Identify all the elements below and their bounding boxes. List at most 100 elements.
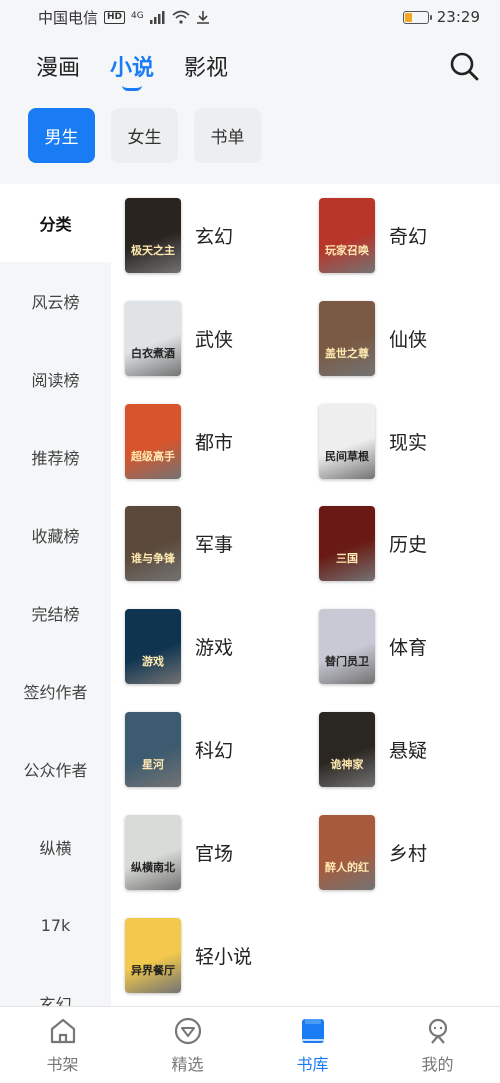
cover-title: 谁与争锋 [131, 551, 176, 565]
cover-title: 星河 [142, 757, 164, 771]
sidebar-item[interactable]: 分类 [0, 184, 111, 262]
category-item[interactable]: 星河 科幻 [125, 712, 233, 787]
compass-icon [174, 1017, 201, 1044]
nav-profile[interactable]: 我的 [375, 1007, 500, 1083]
category-item[interactable]: 替门员卫 体育 [319, 609, 427, 685]
tab-comics[interactable]: 漫画 [36, 50, 80, 82]
status-bar: 中国电信 HD 4G 23:29 [0, 0, 500, 34]
nav-featured[interactable]: 精选 [125, 1007, 250, 1083]
top-tabs: 漫画 小说 影视 [36, 50, 228, 91]
category-label: 军事 [195, 534, 234, 557]
category-label: 官场 [195, 842, 234, 865]
category-label: 奇幻 [389, 226, 428, 248]
category-item[interactable]: 民间草根 现实 [319, 403, 428, 479]
cover-title: 三国 [336, 552, 358, 565]
sidebar-item[interactable]: 公众作者 [0, 730, 111, 808]
sidebar-item[interactable]: 完结榜 [0, 574, 111, 652]
battery-level [404, 12, 412, 22]
category-label: 轻小说 [195, 945, 253, 968]
sidebar-item[interactable]: 17k [0, 886, 111, 964]
tab-label: 漫画 [36, 56, 81, 81]
book-cover-image: 诡神家 [319, 712, 375, 787]
category-label: 玄幻 [195, 226, 234, 248]
nav-label: 精选 [171, 1054, 204, 1074]
category-item[interactable]: 超级高手 都市 [125, 403, 234, 479]
category-item[interactable]: 三国 历史 [319, 506, 428, 582]
bottom-nav: 书架 精选 书库 我的 [0, 1006, 500, 1083]
book-cover-image: 三国 [319, 506, 375, 582]
sidebar-item[interactable]: 风云榜 [0, 262, 111, 340]
category-item[interactable]: 游戏 游戏 [125, 609, 234, 685]
cover-title: 异界餐厅 [131, 963, 175, 977]
cover-art: 极天之主 [131, 243, 175, 257]
book-cover-image: 纵横南北 [125, 814, 181, 890]
tab-videos[interactable]: 影视 [184, 50, 228, 82]
sidebar-item[interactable]: 签约作者 [0, 652, 111, 730]
category-label: 游戏 [195, 637, 234, 660]
category-item[interactable]: 异界餐厅 轻小说 [125, 917, 253, 993]
category-item[interactable]: 极天之主 玄幻 [125, 198, 233, 273]
category-item[interactable]: 盖世之尊 仙侠 [319, 300, 428, 376]
cover-art: 诡神家 [331, 757, 365, 771]
cover-title: 纵横南北 [131, 860, 175, 874]
nav-bookshelf[interactable]: 书架 [0, 1007, 125, 1083]
chip-female[interactable]: 女生 [111, 108, 178, 163]
profile-icon [428, 1018, 447, 1044]
nav-library[interactable]: 书库 [250, 1007, 375, 1083]
gender-chips: 男生 女生 书单 [28, 108, 261, 163]
book-cover-image: 民间草根 [319, 403, 375, 479]
category-label: 都市 [195, 431, 234, 454]
sidebar-item[interactable]: 推荐榜 [0, 418, 111, 496]
cover-art: 三国 [336, 552, 358, 565]
cover-title: 盖世之尊 [325, 346, 369, 360]
nav-label: 书架 [46, 1054, 79, 1074]
cover-art: 星河 [142, 757, 164, 771]
cover-title: 替门员卫 [325, 654, 369, 668]
tab-novels[interactable]: 小说 [110, 50, 155, 91]
category-label: 仙侠 [389, 328, 428, 351]
cover-art: 替门员卫 [325, 654, 369, 668]
hd-badge: HD [104, 10, 126, 24]
cover-title: 民间草根 [325, 449, 370, 463]
cover-art: 纵横南北 [131, 860, 175, 874]
nav-label: 我的 [421, 1054, 454, 1074]
top-header: 漫画 小说 影视 男生 女生 书单 [0, 34, 500, 184]
sidebar-item[interactable]: 纵横 [0, 808, 111, 886]
cover-art: 醉人的红 [325, 860, 369, 874]
sidebar-item[interactable]: 阅读榜 [0, 340, 111, 418]
category-item[interactable]: 玩家召唤 奇幻 [319, 198, 427, 273]
sidebar-item[interactable]: 收藏榜 [0, 496, 111, 574]
category-label: 历史 [389, 534, 428, 557]
search-icon[interactable] [448, 50, 480, 82]
category-grid: 极天之主 玄幻 玩家召唤 奇幻 白衣煮酒 武侠 盖世之尊 仙侠 超级高手 都市 民间草根 现实 谁与争锋… [111, 184, 500, 1006]
tab-label: 小说 [110, 56, 155, 81]
category-item[interactable]: 白衣煮酒 武侠 [125, 300, 234, 376]
sidebar-item[interactable]: 玄幻 [0, 964, 111, 1006]
category-item[interactable]: 诡神家 悬疑 [319, 712, 427, 787]
book-cover-image: 谁与争锋 [125, 506, 181, 582]
category-item[interactable]: 醉人的红 乡村 [319, 814, 427, 890]
cover-title: 超级高手 [130, 449, 175, 463]
category-label: 现实 [389, 431, 428, 454]
chip-male[interactable]: 男生 [28, 108, 95, 163]
download-icon [196, 11, 209, 24]
chip-booklist[interactable]: 书单 [194, 108, 261, 163]
cover-title: 诡神家 [331, 757, 365, 771]
cover-art: 玩家召唤 [325, 243, 369, 257]
cover-title: 玩家召唤 [325, 243, 369, 257]
book-cover-image: 醉人的红 [319, 814, 375, 890]
status-left: 中国电信 HD 4G [38, 7, 210, 28]
cover-title: 白衣煮酒 [131, 346, 175, 360]
category-label: 武侠 [195, 328, 234, 351]
book-cover-image: 玩家召唤 [319, 198, 375, 273]
category-label: 悬疑 [389, 740, 428, 762]
clock: 23:29 [436, 8, 480, 26]
cover-art: 超级高手 [130, 449, 175, 463]
book-cover-image: 超级高手 [125, 403, 181, 479]
book-cover-image: 盖世之尊 [319, 300, 375, 376]
signal-icon [149, 10, 165, 24]
cover-art: 异界餐厅 [131, 963, 175, 977]
category-item[interactable]: 谁与争锋 军事 [125, 506, 234, 582]
category-item[interactable]: 纵横南北 官场 [125, 814, 234, 890]
cover-title: 游戏 [142, 654, 164, 668]
